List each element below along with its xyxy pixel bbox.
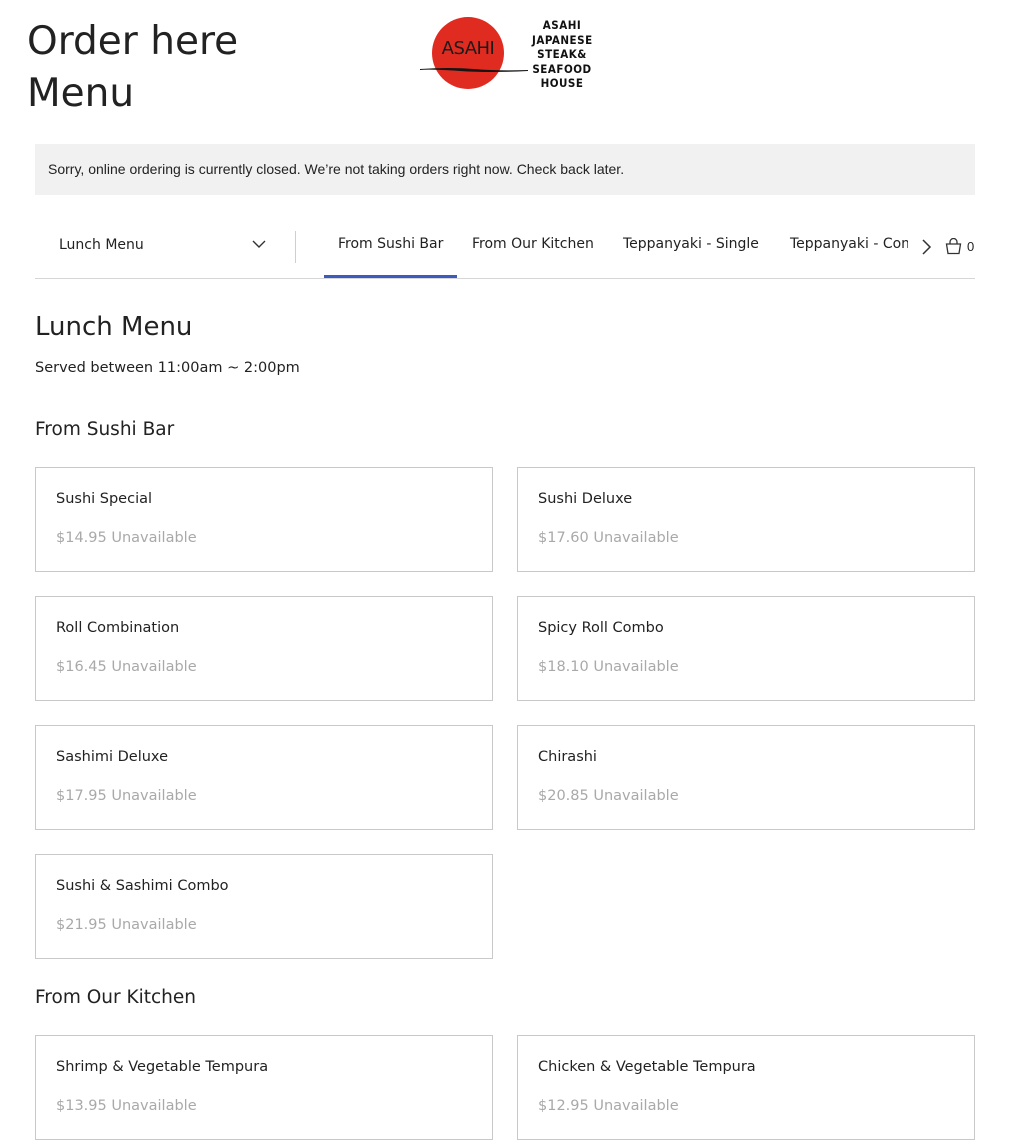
logo-mark-text: ASAHI — [441, 38, 495, 59]
menu-item-name: Sashimi Deluxe — [56, 749, 168, 765]
page-title-line1: Order here — [27, 19, 239, 64]
tab-label: Teppanyaki - Combo — [790, 236, 908, 252]
menu-item-status: Unavailable — [111, 788, 197, 804]
menu-item-price: $21.95 — [56, 917, 107, 933]
menu-item-card[interactable]: Roll Combination $16.45 Unavailable — [35, 596, 493, 701]
tab-label: Teppanyaki - Single — [623, 236, 759, 252]
shopping-bag-icon — [945, 238, 962, 255]
menu-item-price-status: $17.60 Unavailable — [538, 530, 679, 546]
tab-from-our-kitchen[interactable]: From Our Kitchen — [458, 236, 608, 278]
tab-from-sushi-bar[interactable]: From Sushi Bar — [324, 236, 458, 278]
section-title: From Sushi Bar — [35, 419, 175, 440]
menu-item-card[interactable]: Chirashi $20.85 Unavailable — [517, 725, 975, 830]
menu-item-name: Chicken & Vegetable Tempura — [538, 1059, 756, 1075]
chevron-right-icon[interactable] — [918, 238, 934, 256]
menu-item-name: Sushi Deluxe — [538, 491, 633, 507]
menu-item-name: Spicy Roll Combo — [538, 620, 664, 636]
page-title: Order here Menu — [27, 16, 238, 120]
menu-dropdown-value: Lunch Menu — [59, 237, 144, 253]
menu-item-price-status: $20.85 Unavailable — [538, 788, 679, 804]
menu-item-price: $14.95 — [56, 530, 107, 546]
section-title: From Our Kitchen — [35, 987, 197, 1008]
menu-item-name: Shrimp & Vegetable Tempura — [56, 1059, 269, 1075]
logo-line: SEAFOOD — [532, 61, 592, 76]
menu-item-name: Sushi & Sashimi Combo — [56, 878, 229, 894]
restaurant-logo[interactable]: ASAHI ASAHI JAPANESE STEAK& SEAFOOD HOUS… — [420, 14, 592, 96]
menu-navigation-bar: Lunch Menu From Sushi Bar From Our Kitch… — [35, 217, 975, 279]
menu-item-price-status: $18.10 Unavailable — [538, 659, 679, 675]
tab-label: From Sushi Bar — [338, 236, 444, 252]
menu-item-status: Unavailable — [593, 1098, 679, 1114]
menu-item-name: Roll Combination — [56, 620, 180, 636]
tab-teppanyaki-single[interactable]: Teppanyaki - Single — [609, 236, 773, 278]
category-tabs: From Sushi Bar From Our Kitchen Teppanya… — [324, 217, 908, 278]
menu-bar-divider — [295, 231, 296, 263]
cart-button[interactable]: 0 — [945, 237, 975, 257]
menu-item-price-status: $13.95 Unavailable — [56, 1098, 197, 1114]
menu-item-price: $18.10 — [538, 659, 589, 675]
cart-count: 0 — [967, 239, 975, 254]
page-title-line2: Menu — [27, 71, 135, 116]
menu-item-price: $16.45 — [56, 659, 107, 675]
menu-item-price: $17.60 — [538, 530, 589, 546]
menu-title: Lunch Menu — [35, 312, 193, 342]
menu-item-price-status: $12.95 Unavailable — [538, 1098, 679, 1114]
menu-dropdown[interactable]: Lunch Menu — [59, 237, 269, 259]
logo-line: HOUSE — [540, 76, 584, 90]
menu-item-price-status: $16.45 Unavailable — [56, 659, 197, 675]
menu-item-price: $20.85 — [538, 788, 589, 804]
menu-item-price-status: $14.95 Unavailable — [56, 530, 197, 546]
menu-item-card[interactable]: Sushi Special $14.95 Unavailable — [35, 467, 493, 572]
menu-item-price: $12.95 — [538, 1098, 589, 1114]
menu-item-card[interactable]: Sushi & Sashimi Combo $21.95 Unavailable — [35, 854, 493, 959]
menu-item-status: Unavailable — [593, 530, 679, 546]
menu-item-card[interactable]: Sashimi Deluxe $17.95 Unavailable — [35, 725, 493, 830]
logo-line: JAPANESE — [532, 32, 593, 47]
menu-description: Served between 11:00am ~ 2:00pm — [35, 360, 300, 376]
chevron-down-icon — [252, 240, 266, 248]
menu-item-price-status: $21.95 Unavailable — [56, 917, 197, 933]
logo-line: ASAHI — [542, 18, 582, 32]
logo-line: STEAK& — [537, 47, 587, 61]
menu-item-price-status: $17.95 Unavailable — [56, 788, 197, 804]
menu-item-card[interactable]: Sushi Deluxe $17.60 Unavailable — [517, 467, 975, 572]
tab-teppanyaki-combo[interactable]: Teppanyaki - Combo — [776, 236, 908, 278]
menu-item-status: Unavailable — [593, 659, 679, 675]
menu-item-card[interactable]: Chicken & Vegetable Tempura $12.95 Unavai… — [517, 1035, 975, 1140]
menu-item-status: Unavailable — [111, 659, 197, 675]
menu-item-status: Unavailable — [111, 530, 197, 546]
menu-item-name: Chirashi — [538, 749, 597, 765]
logo-brush-stroke — [420, 68, 528, 72]
ordering-closed-notice: Sorry, online ordering is currently clos… — [35, 144, 975, 195]
menu-item-price: $13.95 — [56, 1098, 107, 1114]
menu-item-price: $17.95 — [56, 788, 107, 804]
menu-item-status: Unavailable — [111, 1098, 197, 1114]
menu-item-status: Unavailable — [111, 917, 197, 933]
menu-item-card[interactable]: Spicy Roll Combo $18.10 Unavailable — [517, 596, 975, 701]
logo-wordmark: ASAHI JAPANESE STEAK& SEAFOOD HOUSE — [532, 18, 592, 91]
menu-item-name: Sushi Special — [56, 491, 153, 507]
menu-item-status: Unavailable — [593, 788, 679, 804]
menu-item-card[interactable]: Shrimp & Vegetable Tempura $13.95 Unavail… — [35, 1035, 493, 1140]
tab-label: From Our Kitchen — [472, 236, 594, 252]
